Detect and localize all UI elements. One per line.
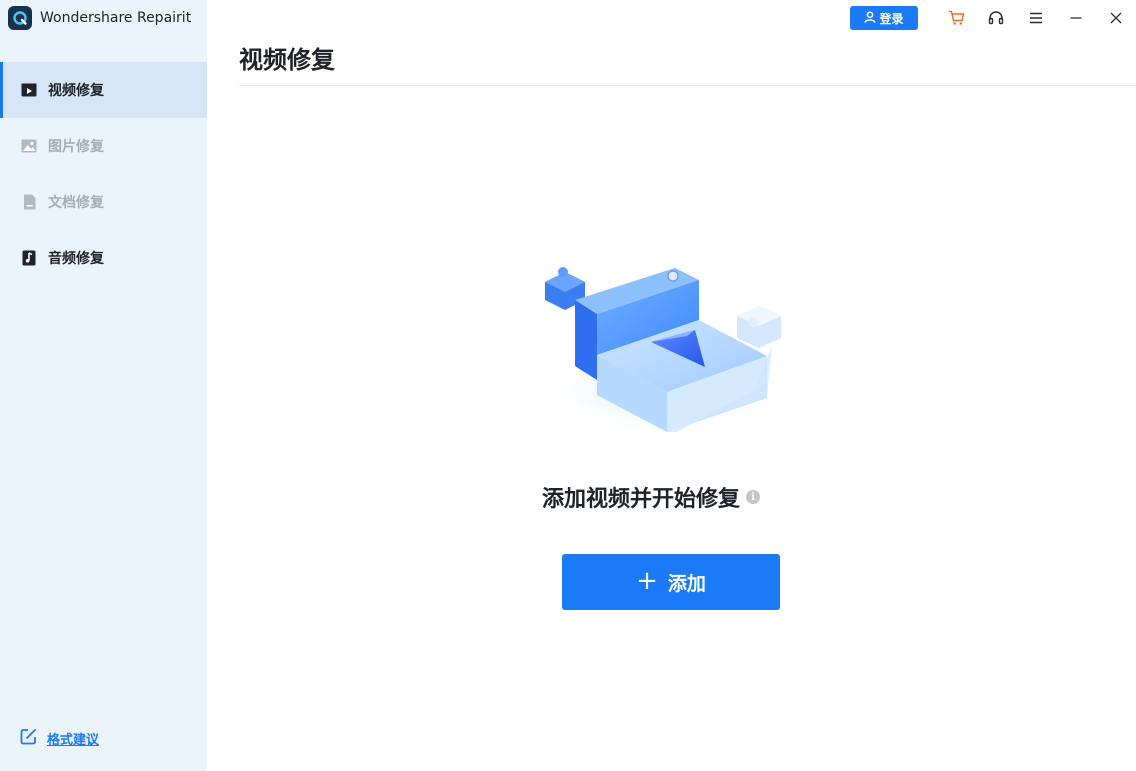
login-button[interactable]: 登录 — [850, 6, 918, 30]
sidebar-nav: 视频修复 图片修复 文档修复 音频修复 — [0, 62, 207, 286]
video-repair-illustration — [527, 260, 787, 440]
add-button[interactable]: + 添加 — [562, 554, 780, 610]
add-label: 添加 — [667, 572, 706, 595]
sidebar-item-label: 文档修复 — [48, 195, 104, 211]
main-panel: 登录 视频修复 添加视频并开始修复 i + 添加 — [207, 0, 1136, 771]
sidebar-item-label: 图片修复 — [48, 139, 104, 155]
headset-icon[interactable] — [976, 6, 1016, 30]
sidebar-item-audio-repair[interactable]: 音频修复 — [0, 230, 207, 286]
menu-icon[interactable] — [1016, 6, 1056, 30]
brand: Wondershare Repairit — [8, 6, 191, 30]
plus-icon: + — [636, 565, 658, 596]
app-window: Wondershare Repairit 视频修复 图片修复 文档修复 音频修复… — [0, 0, 1136, 771]
close-icon[interactable] — [1096, 6, 1136, 30]
user-icon — [864, 10, 877, 26]
page-title: 视频修复 — [239, 46, 335, 74]
app-title: Wondershare Repairit — [40, 10, 192, 26]
add-video-prompt: 添加视频并开始修复 i — [542, 482, 761, 512]
music-icon — [20, 249, 38, 267]
titlebar: 登录 — [850, 6, 1136, 30]
info-icon[interactable]: i — [746, 490, 761, 504]
header-divider — [239, 85, 1136, 86]
sidebar-item-image-repair[interactable]: 图片修复 — [0, 118, 207, 174]
image-icon — [20, 137, 38, 155]
login-label: 登录 — [879, 11, 904, 26]
minimize-icon[interactable] — [1056, 6, 1096, 30]
document-icon — [20, 193, 38, 211]
sidebar-item-video-repair[interactable]: 视频修复 — [0, 62, 207, 118]
cart-icon[interactable] — [936, 6, 976, 30]
repairit-logo-icon — [8, 6, 32, 30]
feedback-label[interactable]: 格式建议 — [47, 729, 99, 748]
sidebar: Wondershare Repairit 视频修复 图片修复 文档修复 音频修复… — [0, 0, 207, 771]
format-suggestion-link[interactable]: 格式建议 — [20, 728, 99, 749]
sidebar-item-document-repair[interactable]: 文档修复 — [0, 174, 207, 230]
edit-icon — [20, 728, 37, 749]
sidebar-item-label: 视频修复 — [48, 83, 104, 99]
prompt-text: 添加视频并开始修复 — [542, 487, 741, 512]
sidebar-item-label: 音频修复 — [48, 251, 104, 267]
video-icon — [20, 81, 38, 99]
